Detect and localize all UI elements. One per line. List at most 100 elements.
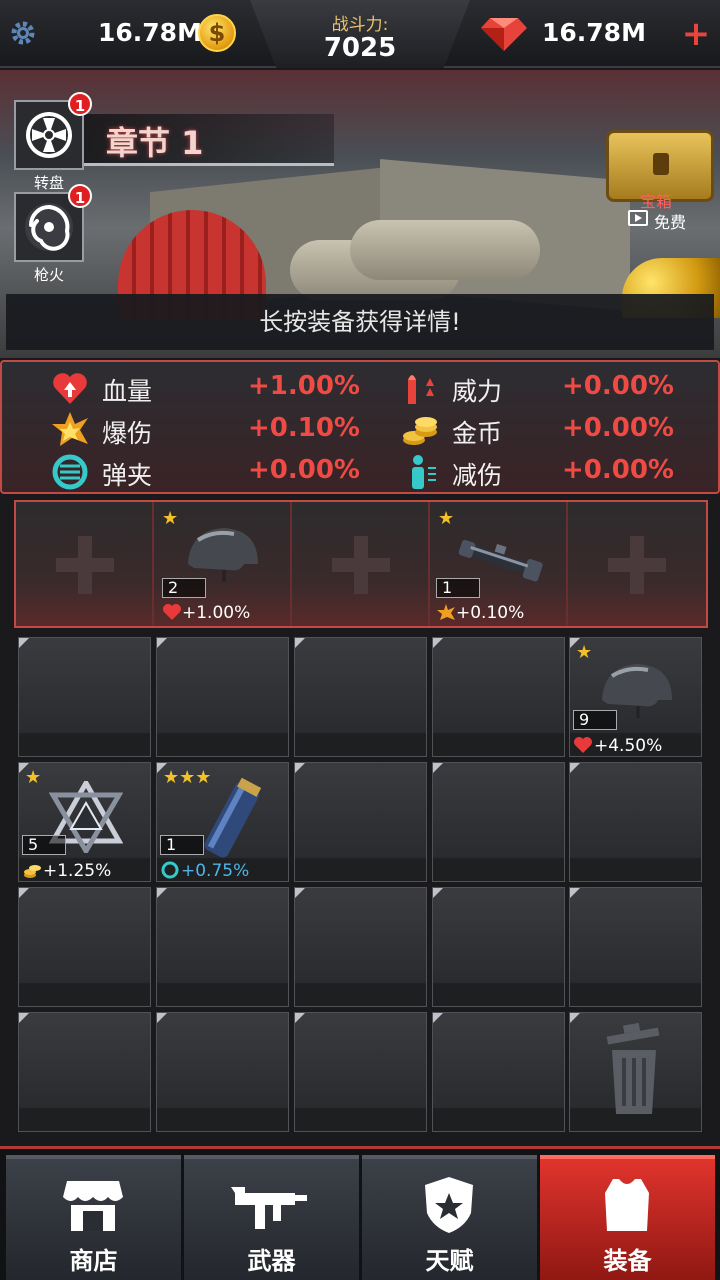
stat-name: 血量 [102,377,153,406]
inventory-slot-helmet[interactable]: ★ 9 +4.50% [569,637,702,757]
item-bonus: +0.10% [456,603,525,623]
inventory-slot[interactable] [432,1012,565,1132]
vest-icon [605,1179,649,1231]
item-level: 2 [162,578,206,598]
hint-banner: 长按装备获得详情! [6,294,714,350]
chapter-title: 章节 1 [106,124,204,162]
heart-icon [53,373,87,404]
coin-icon: $ [198,14,236,52]
stat-name: 减伤 [452,461,503,490]
inventory-slot[interactable] [18,1012,151,1132]
inventory-slot[interactable] [156,637,289,757]
stat-name: 爆伤 [102,419,153,448]
star-rating: ★ [438,508,455,529]
notification-badge: 1 [68,92,92,116]
trash-icon[interactable] [604,1022,664,1116]
equip-slot-scope[interactable]: ★ 1 +0.10% [430,502,568,626]
bottom-nav: 商店 武器 天赋 装备 [0,1146,720,1280]
top-bar: 16.78M $ 战斗力: 7025 16.78M + [0,0,720,68]
equip-slot-empty[interactable] [292,502,430,626]
inventory-slot[interactable] [294,762,427,882]
helmet-icon [188,528,258,582]
star-rating: ★ [576,642,593,663]
gunfire-button[interactable]: 1 [14,184,92,262]
tab-label: 装备 [603,1247,652,1275]
item-level: 9 [573,710,617,730]
vortex-icon [25,203,73,251]
item-bonus: +1.00% [182,603,251,623]
item-level: 1 [436,578,480,598]
item-level: 1 [160,835,204,855]
stat-value: +0.00% [248,455,360,485]
inventory-slot[interactable] [569,762,702,882]
tab-talents[interactable]: 天赋 [362,1155,537,1280]
power-label: 战斗力: [331,15,389,35]
ruby-gem-icon [481,18,527,51]
inventory-slot[interactable] [569,887,702,1007]
inventory-slot-badge[interactable]: ★ 5 +1.25% [18,762,151,882]
tab-weapons[interactable]: 武器 [184,1155,359,1280]
gem-amount: 16.78M [542,18,646,47]
reload-icon [161,861,179,879]
inventory-slot[interactable] [18,887,151,1007]
item-bonus: +0.75% [181,861,250,881]
star-rating: ★ [25,767,42,788]
item-level: 5 [22,835,66,855]
inventory-slot-magazine[interactable]: ★★★ 1 +0.75% [156,762,289,882]
stat-value: +1.00% [248,371,360,401]
stat-row: 血量 +1.00% 威力 +0.00% [2,368,720,408]
chest-free-label[interactable]: 免费 [654,209,686,233]
heart-icon [574,737,592,753]
inventory-slot[interactable] [294,1012,427,1132]
scene-tank [350,220,540,280]
plus-icon [56,536,114,594]
stat-name: 弹夹 [102,461,153,490]
item-bonus: +1.25% [43,861,112,881]
stat-value: +0.00% [562,455,674,485]
armor-person-icon [412,455,436,489]
police-badge-icon [425,1177,473,1233]
tab-label: 商店 [69,1247,118,1275]
explosion-icon [52,412,88,446]
heart-icon [163,604,181,620]
stats-panel: 血量 +1.00% 威力 +0.00% 爆伤 +0.10% 金币 +0.00% … [0,360,720,494]
stat-value: +0.00% [562,413,674,443]
shop-icon [63,1181,123,1231]
combat-power: 战斗力: 7025 [250,0,470,68]
coin-amount: 16.78M [98,18,202,47]
explosion-icon [437,604,455,620]
tab-label: 武器 [247,1247,296,1275]
inventory-slot[interactable] [156,1012,289,1132]
spin-wheel-button[interactable]: 1 [14,92,92,170]
tab-label: 天赋 [425,1247,474,1275]
item-bonus: +4.50% [594,736,663,756]
gear-icon[interactable] [8,18,38,48]
notification-badge: 1 [68,184,92,208]
stat-row: 爆伤 +0.10% 金币 +0.00% [2,410,720,450]
equip-slot-empty[interactable] [568,502,706,626]
equip-slot-helmet[interactable]: ★ 2 +1.00% [154,502,292,626]
add-gems-button[interactable]: + [680,16,712,52]
inventory-slot[interactable] [432,887,565,1007]
inventory-slot[interactable] [294,887,427,1007]
inventory-slot[interactable] [432,762,565,882]
tab-equipment[interactable]: 装备 [540,1155,715,1280]
power-value: 7025 [323,33,397,63]
inventory-slot[interactable] [156,887,289,1007]
chapter-scene[interactable]: 章节 1 宝箱 免费 长按装备获得详情! [0,70,720,358]
gunfire-label: 枪火 [33,266,64,284]
tab-shop[interactable]: 商店 [6,1155,181,1280]
equip-slot-empty[interactable] [16,502,154,626]
wheel-icon [26,112,72,158]
inventory-slot[interactable] [18,637,151,757]
plus-icon [608,536,666,594]
inventory-slot[interactable] [432,637,565,757]
stat-name: 威力 [452,377,503,406]
star-rating: ★ [162,508,179,529]
coins-icon [24,865,41,878]
stat-row: 弹夹 +0.00% 减伤 +0.00% [2,452,720,492]
inventory-slot[interactable] [294,637,427,757]
coins-icon [403,417,437,445]
gun-icon [231,1187,307,1229]
plus-icon [332,536,390,594]
